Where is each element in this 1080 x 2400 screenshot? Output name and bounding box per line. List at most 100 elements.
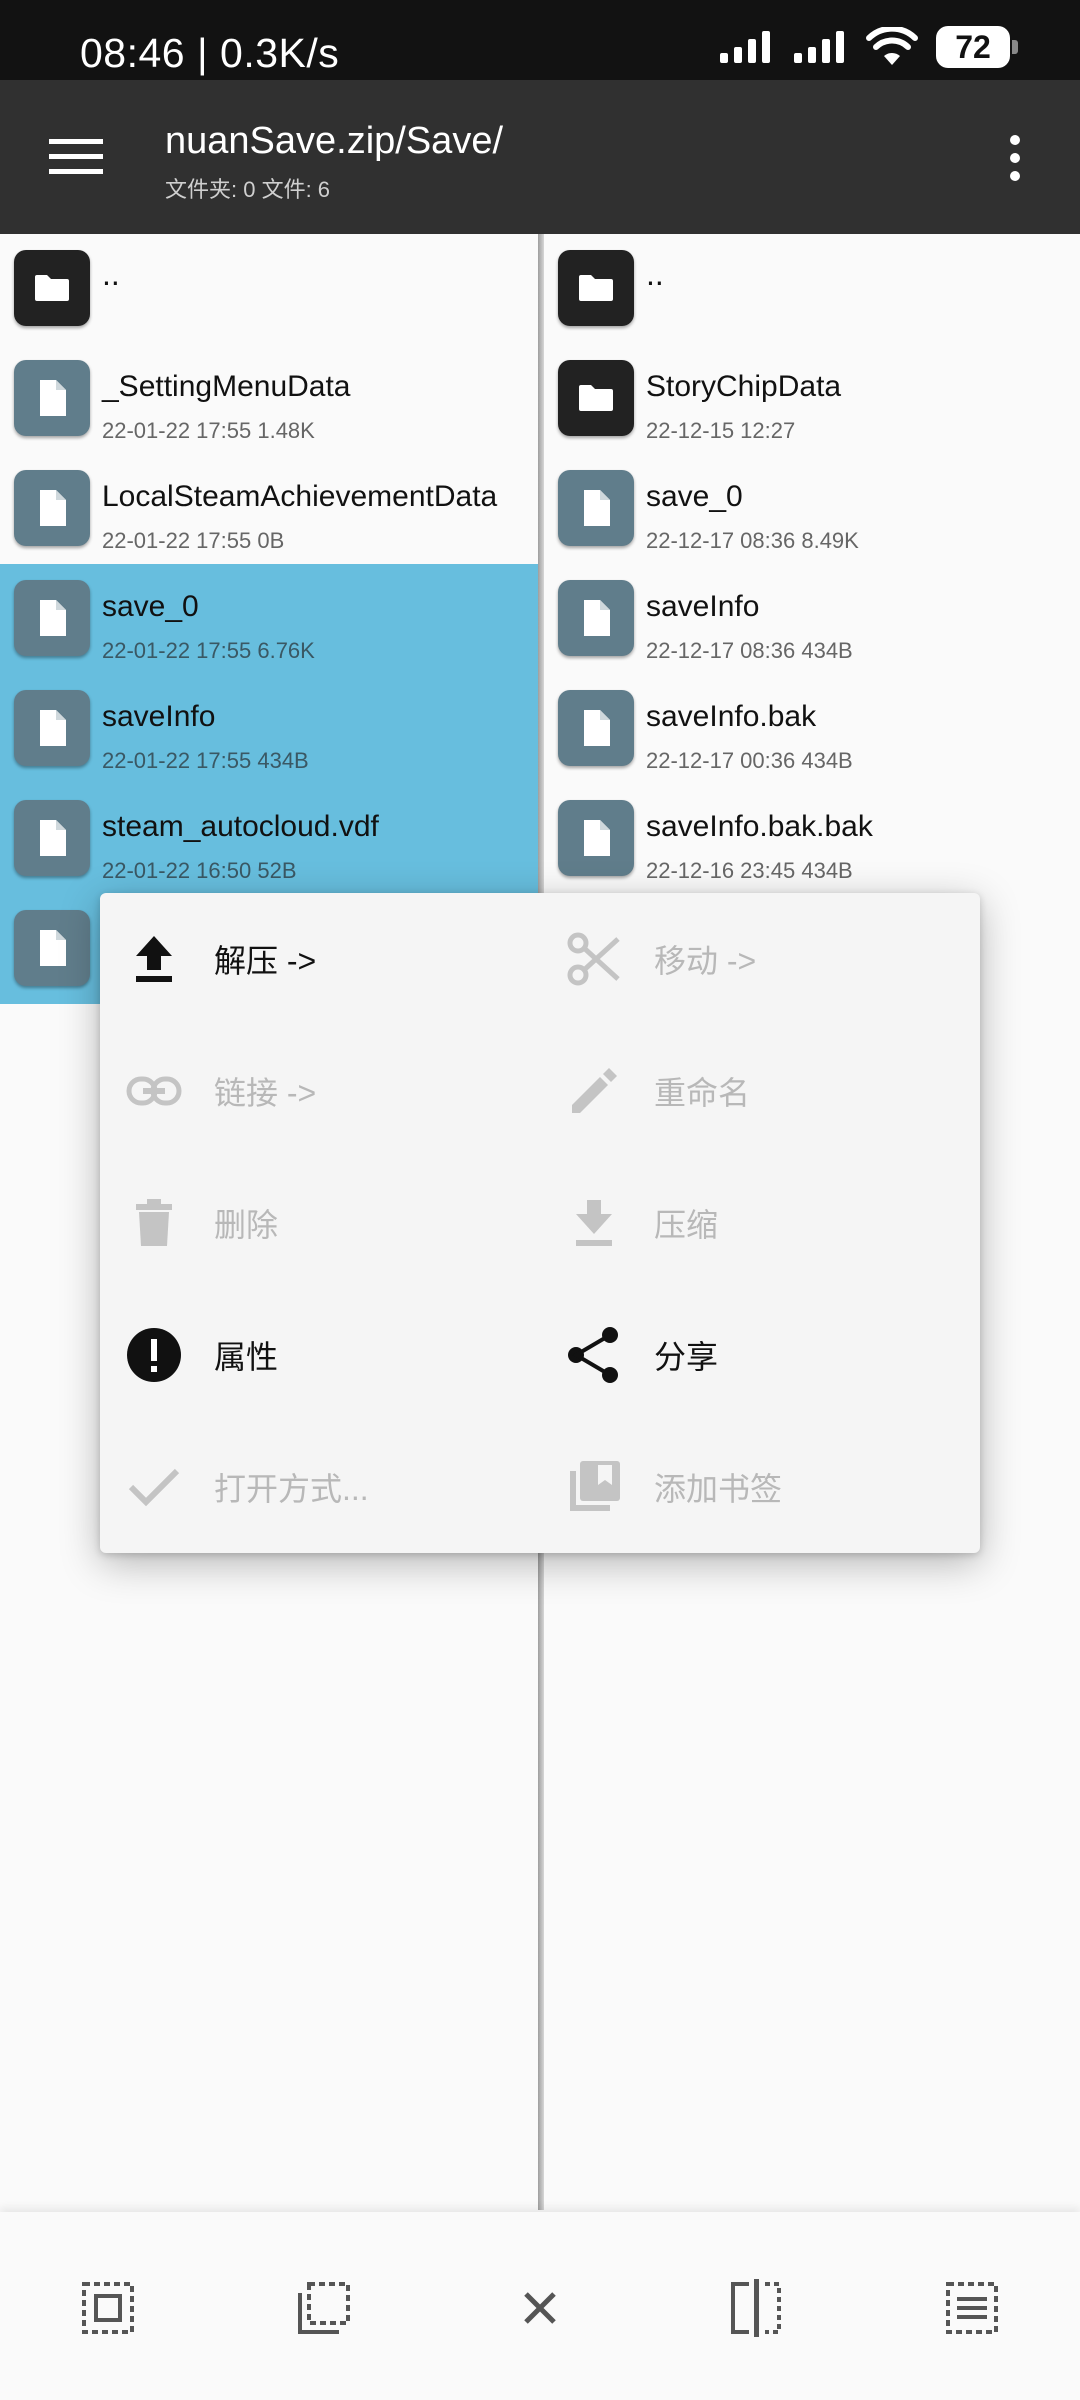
file-meta: 22-12-17 00:36 434B — [646, 748, 853, 773]
overflow-menu-button[interactable] — [990, 128, 1040, 188]
file-name: save_0 — [102, 590, 199, 623]
compare-split-button[interactable] — [706, 2258, 806, 2358]
list-item[interactable]: StoryChipData 22-12-15 12:27 — [544, 344, 1080, 454]
menu-label: 添加书签 — [654, 1471, 783, 1507]
status-time: 08:46 | 0.3K/s — [80, 30, 340, 76]
file-meta: 22-01-22 17:55 1.48K — [102, 418, 315, 443]
rename-menu-item[interactable]: 重命名 — [540, 1025, 980, 1157]
menu-label: 分享 — [654, 1339, 719, 1375]
file-meta: 22-01-22 17:55 6.76K — [102, 638, 315, 663]
open-with-menu-item[interactable]: 打开方式... — [100, 1421, 540, 1553]
compress-menu-item[interactable]: 压缩 — [540, 1157, 980, 1289]
select-inverse-button[interactable] — [274, 2258, 374, 2358]
folder-icon — [558, 250, 634, 326]
file-meta: 22-12-17 08:36 8.49K — [646, 528, 859, 553]
list-item-selected[interactable]: steam_autocloud.vdf 22-01-22 16:50 52B — [0, 784, 540, 894]
status-bar: 08:46 | 0.3K/s 72 — [0, 0, 1080, 80]
menu-label: 打开方式... — [214, 1471, 369, 1507]
compare-split-icon — [731, 2279, 781, 2337]
file-meta: 22-01-22 17:55 0B — [102, 528, 285, 553]
upload-icon — [124, 929, 184, 989]
file-icon — [558, 800, 634, 876]
file-icon — [14, 800, 90, 876]
extract-menu-item[interactable]: 解压 -> — [100, 893, 540, 1025]
move-menu-item[interactable]: 移动 -> — [540, 893, 980, 1025]
properties-menu-item[interactable]: 属性 — [100, 1289, 540, 1421]
check-icon — [124, 1457, 184, 1517]
list-item-selected[interactable]: save_0 22-01-22 17:55 6.76K — [0, 564, 540, 674]
scissors-icon — [564, 929, 624, 989]
file-icon — [14, 470, 90, 546]
file-meta: 22-12-16 23:45 434B — [646, 858, 853, 883]
more-vert-icon — [1010, 135, 1020, 181]
list-item-parent[interactable]: .. — [544, 234, 1080, 344]
file-name: save_0 — [646, 480, 743, 513]
list-item-selected[interactable]: saveInfo 22-01-22 17:55 434B — [0, 674, 540, 784]
signal-icon — [720, 31, 770, 63]
file-meta: 22-01-22 16:50 52B — [102, 858, 297, 883]
file-name: saveInfo — [646, 590, 760, 623]
file-name: LocalSteamAchievementData — [102, 480, 498, 513]
folder-file-count: 文件夹: 0 文件: 6 — [165, 177, 331, 202]
file-icon — [14, 690, 90, 766]
menu-label: 删除 — [214, 1207, 279, 1243]
menu-label: 链接 -> — [214, 1075, 317, 1111]
add-bookmark-menu-item[interactable]: 添加书签 — [540, 1421, 980, 1553]
list-item-parent[interactable]: .. — [0, 234, 540, 344]
file-name: _SettingMenuData — [102, 370, 351, 403]
menu-button[interactable] — [36, 124, 116, 190]
file-name: saveInfo.bak.bak — [646, 810, 873, 843]
signal-icon-2 — [794, 31, 844, 63]
file-icon — [558, 580, 634, 656]
select-list-icon — [946, 2282, 998, 2334]
link-menu-item[interactable]: 链接 -> — [100, 1025, 540, 1157]
select-all-button[interactable] — [58, 2258, 158, 2358]
battery-indicator: 72 — [936, 26, 1018, 68]
folder-icon — [558, 360, 634, 436]
list-item[interactable]: saveInfo.bak 22-12-17 00:36 434B — [544, 674, 1080, 784]
select-inverse-icon — [298, 2282, 350, 2334]
menu-label: 重命名 — [654, 1075, 751, 1111]
file-meta: 22-01-22 17:55 434B — [102, 748, 309, 773]
link-icon — [124, 1061, 184, 1121]
select-list-button[interactable] — [922, 2258, 1022, 2358]
hamburger-icon — [49, 139, 103, 174]
trash-icon — [124, 1193, 184, 1253]
file-icon — [14, 580, 90, 656]
folder-icon — [14, 250, 90, 326]
status-icons: 72 — [718, 26, 1018, 68]
menu-label: 移动 -> — [654, 943, 757, 979]
menu-label: 解压 -> — [214, 943, 317, 979]
delete-menu-item[interactable]: 删除 — [100, 1157, 540, 1289]
file-meta: 22-12-17 08:36 434B — [646, 638, 853, 663]
file-name: .. — [102, 256, 120, 292]
file-icon — [14, 910, 90, 986]
pencil-icon — [564, 1061, 624, 1121]
share-menu-item[interactable]: 分享 — [540, 1289, 980, 1421]
file-name: steam_autocloud.vdf — [102, 810, 379, 843]
share-icon — [564, 1325, 624, 1385]
file-name: .. — [646, 256, 664, 292]
file-name: StoryChipData — [646, 370, 842, 403]
select-all-icon — [82, 2282, 134, 2334]
list-item[interactable]: saveInfo 22-12-17 08:36 434B — [544, 564, 1080, 674]
file-icon — [558, 690, 634, 766]
bottom-action-bar — [0, 2212, 1080, 2400]
menu-label: 压缩 — [654, 1207, 719, 1243]
list-item[interactable]: saveInfo.bak.bak 22-12-16 23:45 434B — [544, 784, 1080, 894]
wifi-icon — [866, 27, 918, 65]
list-item[interactable]: _SettingMenuData 22-01-22 17:55 1.48K — [0, 344, 540, 454]
info-exclamation-icon — [124, 1325, 184, 1385]
file-meta: 22-12-15 12:27 — [646, 418, 796, 443]
file-icon — [558, 470, 634, 546]
list-item[interactable]: LocalSteamAchievementData 22-01-22 17:55… — [0, 454, 540, 564]
context-menu: 解压 -> 移动 -> 链接 -> 重命名 删除 压缩 属性 分享 打开方式..… — [100, 893, 980, 1553]
cancel-selection-button[interactable] — [490, 2258, 590, 2358]
path-title: nuanSave.zip/Save/ — [165, 120, 504, 162]
menu-label: 属性 — [214, 1339, 279, 1375]
list-item[interactable]: save_0 22-12-17 08:36 8.49K — [544, 454, 1080, 564]
bookmark-library-icon — [564, 1457, 624, 1517]
close-icon — [524, 2292, 556, 2324]
app-toolbar: nuanSave.zip/Save/ 文件夹: 0 文件: 6 — [0, 80, 1080, 234]
file-name: saveInfo.bak — [646, 700, 817, 733]
